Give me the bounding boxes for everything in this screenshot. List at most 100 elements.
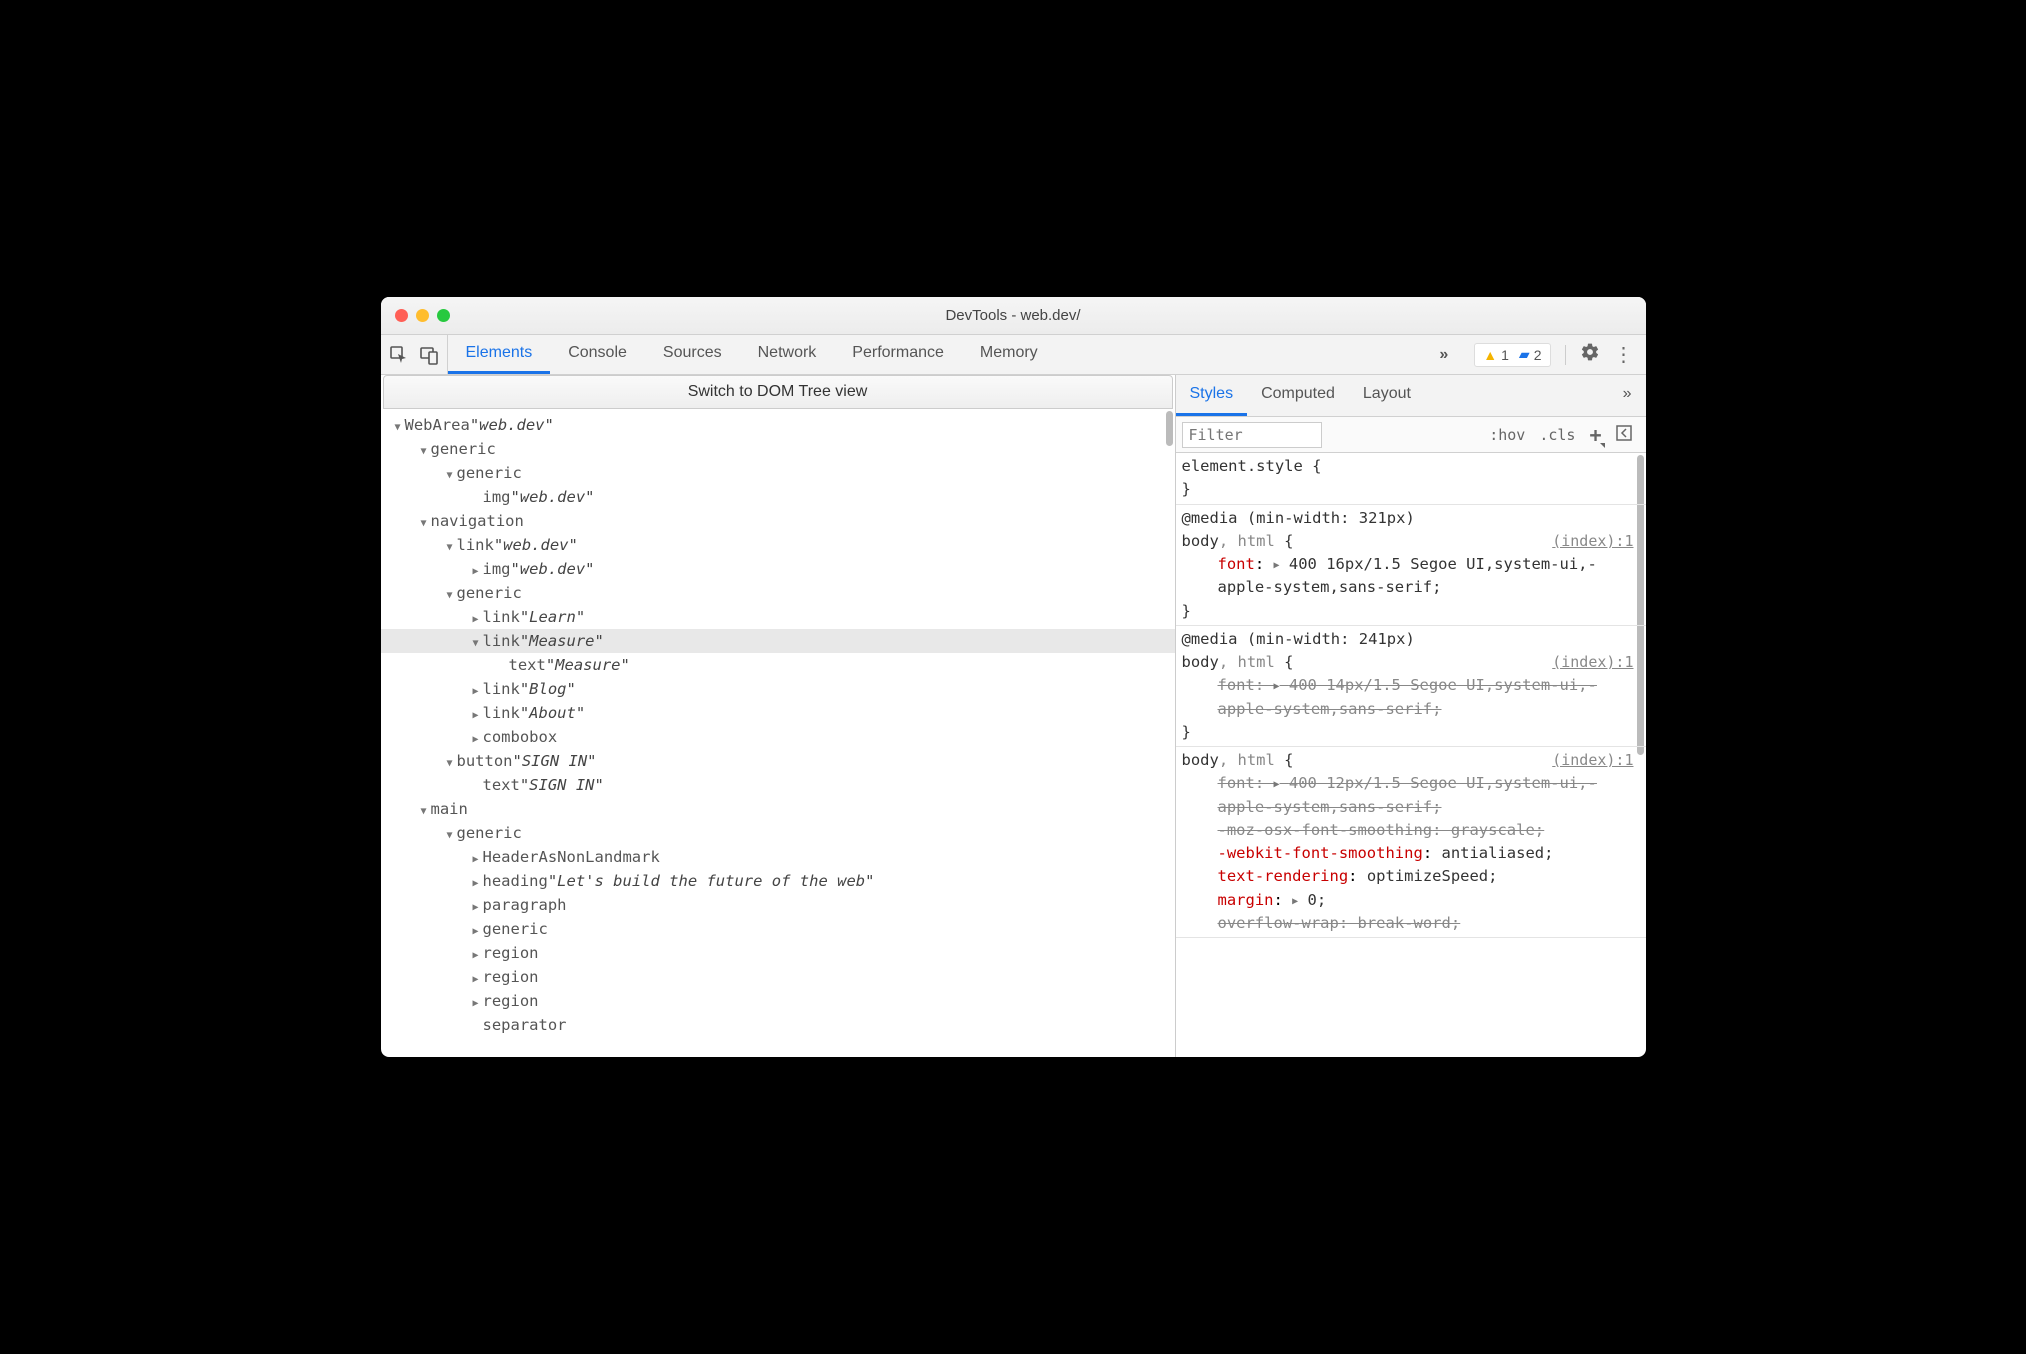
disclosure-right-icon[interactable]	[469, 920, 483, 938]
sidebar-tab-layout[interactable]: Layout	[1349, 375, 1425, 416]
disclosure-right-icon[interactable]	[469, 560, 483, 578]
disclosure-down-icon[interactable]	[469, 632, 483, 650]
css-declaration[interactable]: font: ▶ 400 12px/1.5 Segoe UI,system-ui,…	[1182, 772, 1608, 819]
tree-row[interactable]: generic	[381, 461, 1175, 485]
tree-scrollbar[interactable]	[1166, 411, 1173, 446]
warnings-count: 1	[1501, 347, 1509, 363]
settings-icon[interactable]	[1580, 342, 1600, 367]
disclosure-down-icon[interactable]	[443, 464, 457, 482]
tree-row[interactable]: link "Measure"	[381, 629, 1175, 653]
expand-shorthand-icon[interactable]: ▶	[1274, 777, 1280, 792]
source-link[interactable]: (index):1	[1552, 651, 1633, 674]
expand-shorthand-icon[interactable]: ▶	[1274, 679, 1280, 694]
source-link[interactable]: (index):1	[1552, 530, 1633, 553]
tree-row[interactable]: heading "Let's build the future of the w…	[381, 869, 1175, 893]
disclosure-right-icon[interactable]	[469, 944, 483, 962]
panel-tab-network[interactable]: Network	[740, 335, 835, 374]
disclosure-right-icon[interactable]	[469, 968, 483, 986]
tree-row[interactable]: generic	[381, 821, 1175, 845]
tree-row[interactable]: WebArea "web.dev"	[381, 413, 1175, 437]
sidebar-tab-styles[interactable]: Styles	[1176, 375, 1248, 416]
accessibility-tree[interactable]: WebArea "web.dev" generic generic img "w…	[381, 409, 1175, 1057]
styles-filter-input[interactable]	[1182, 422, 1322, 448]
css-declaration[interactable]: -webkit-font-smoothing: antialiased;	[1182, 842, 1608, 865]
disclosure-right-icon[interactable]	[469, 728, 483, 746]
expand-shorthand-icon[interactable]: ▶	[1274, 558, 1280, 573]
tree-row[interactable]: paragraph	[381, 893, 1175, 917]
console-badges[interactable]: ▲ 1 ▰ 2	[1474, 343, 1550, 367]
disclosure-right-icon[interactable]	[469, 680, 483, 698]
new-style-rule-button[interactable]: +	[1589, 423, 1601, 447]
tree-row[interactable]: generic	[381, 917, 1175, 941]
source-link[interactable]: (index):1	[1552, 749, 1633, 772]
disclosure-right-icon[interactable]	[469, 704, 483, 722]
disclosure-down-icon[interactable]	[443, 752, 457, 770]
tree-row[interactable]: navigation	[381, 509, 1175, 533]
tree-row[interactable]: HeaderAsNonLandmark	[381, 845, 1175, 869]
tree-row[interactable]: main	[381, 797, 1175, 821]
disclosure-right-icon[interactable]	[469, 608, 483, 626]
toggle-classes-button[interactable]: .cls	[1539, 426, 1575, 444]
disclosure-down-icon[interactable]	[443, 584, 457, 602]
css-declaration[interactable]: margin: ▶ 0;	[1182, 889, 1608, 912]
tree-node-role: button	[457, 752, 513, 770]
disclosure-down-icon[interactable]	[443, 536, 457, 554]
disclosure-right-icon[interactable]	[469, 896, 483, 914]
tree-row[interactable]: generic	[381, 581, 1175, 605]
css-declaration[interactable]: text-rendering: optimizeSpeed;	[1182, 865, 1608, 888]
disclosure-down-icon[interactable]	[443, 824, 457, 842]
tree-row[interactable]: link "Blog"	[381, 677, 1175, 701]
computed-styles-sidebar-icon[interactable]	[1616, 425, 1632, 445]
inspect-element-icon[interactable]	[389, 345, 409, 365]
switch-to-dom-tree-button[interactable]: Switch to DOM Tree view	[383, 375, 1173, 409]
zoom-window-button[interactable]	[437, 309, 450, 322]
tree-row[interactable]: region	[381, 941, 1175, 965]
disclosure-right-icon[interactable]	[469, 872, 483, 890]
toggle-hover-button[interactable]: :hov	[1489, 426, 1525, 444]
disclosure-down-icon[interactable]	[417, 800, 431, 818]
tree-row[interactable]: separator	[381, 1013, 1175, 1037]
issues-badge[interactable]: ▰ 2	[1519, 346, 1542, 363]
tree-row[interactable]: text "SIGN IN"	[381, 773, 1175, 797]
minimize-window-button[interactable]	[416, 309, 429, 322]
tree-row[interactable]: link "Learn"	[381, 605, 1175, 629]
css-declaration[interactable]: font: ▶ 400 14px/1.5 Segoe UI,system-ui,…	[1182, 674, 1608, 721]
close-window-button[interactable]	[395, 309, 408, 322]
more-options-icon[interactable]: ⋮	[1614, 350, 1634, 360]
css-declaration[interactable]: overflow-wrap: break-word;	[1182, 912, 1608, 935]
warnings-badge[interactable]: ▲ 1	[1483, 347, 1509, 363]
css-rule[interactable]: (index):1body, html {font: ▶ 400 12px/1.…	[1176, 747, 1646, 938]
tree-row[interactable]: link "About"	[381, 701, 1175, 725]
disclosure-down-icon[interactable]	[417, 440, 431, 458]
expand-shorthand-icon[interactable]: ▶	[1292, 894, 1298, 909]
css-declaration[interactable]: font: ▶ 400 16px/1.5 Segoe UI,system-ui,…	[1182, 553, 1608, 600]
css-rule[interactable]: @media (min-width: 241px)(index):1body, …	[1176, 626, 1646, 747]
toolbar-divider	[1565, 345, 1566, 365]
styles-rules[interactable]: element.style {}@media (min-width: 321px…	[1176, 453, 1646, 1057]
tree-row[interactable]: button "SIGN IN"	[381, 749, 1175, 773]
panel-tab-memory[interactable]: Memory	[962, 335, 1056, 374]
tree-row[interactable]: generic	[381, 437, 1175, 461]
sidebar-tab-computed[interactable]: Computed	[1247, 375, 1349, 416]
tree-row[interactable]: region	[381, 989, 1175, 1013]
disclosure-down-icon[interactable]	[391, 416, 405, 434]
tree-row[interactable]: img "web.dev"	[381, 557, 1175, 581]
panel-tab-performance[interactable]: Performance	[834, 335, 962, 374]
disclosure-right-icon[interactable]	[469, 848, 483, 866]
panel-tab-elements[interactable]: Elements	[448, 335, 551, 374]
panel-tab-console[interactable]: Console	[550, 335, 645, 374]
panel-tabs-overflow[interactable]: »	[1425, 346, 1462, 364]
css-rule[interactable]: @media (min-width: 321px)(index):1body, …	[1176, 505, 1646, 626]
css-declaration[interactable]: -moz-osx-font-smoothing: grayscale;	[1182, 819, 1608, 842]
sidebar-tabs-overflow[interactable]: »	[1609, 375, 1646, 416]
tree-row[interactable]: combobox	[381, 725, 1175, 749]
tree-row[interactable]: img "web.dev"	[381, 485, 1175, 509]
tree-row[interactable]: link "web.dev"	[381, 533, 1175, 557]
tree-row[interactable]: text "Measure"	[381, 653, 1175, 677]
tree-row[interactable]: region	[381, 965, 1175, 989]
css-rule[interactable]: element.style {}	[1176, 453, 1646, 505]
panel-tab-sources[interactable]: Sources	[645, 335, 740, 374]
device-toolbar-icon[interactable]	[419, 345, 439, 365]
disclosure-down-icon[interactable]	[417, 512, 431, 530]
disclosure-right-icon[interactable]	[469, 992, 483, 1010]
